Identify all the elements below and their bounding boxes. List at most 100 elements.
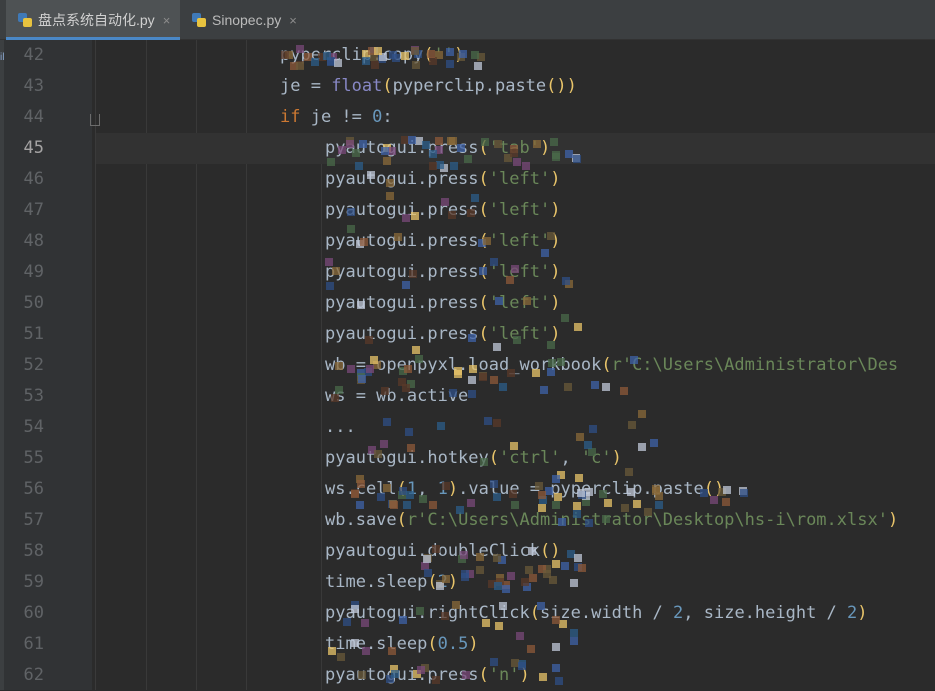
redaction-pixel xyxy=(630,356,638,364)
code-line[interactable] xyxy=(96,40,935,71)
close-icon[interactable]: × xyxy=(163,13,171,28)
redaction-pixel xyxy=(523,297,531,305)
redaction-pixel xyxy=(398,378,406,386)
redaction-pixel xyxy=(507,369,515,377)
redaction-pixel xyxy=(518,662,526,670)
redaction-pixel xyxy=(411,212,419,220)
redaction-pixel xyxy=(390,501,398,509)
redaction-pixel xyxy=(482,619,490,627)
redaction-pixel xyxy=(633,500,641,508)
redaction-pixel xyxy=(386,179,394,187)
python-file-icon xyxy=(18,13,32,27)
redaction-pixel xyxy=(599,490,607,498)
redaction-pixel xyxy=(541,249,549,257)
code-text[interactable]: pyautogui.doubleClick() xyxy=(325,536,560,567)
redaction-pixel xyxy=(460,551,468,559)
redaction-pixel xyxy=(584,441,592,449)
redaction-pixel xyxy=(351,605,359,613)
code-text[interactable]: pyautogui.rightClick(size.width / 2, siz… xyxy=(325,598,868,629)
redaction-pixel xyxy=(427,50,435,58)
redaction-pixel xyxy=(574,323,582,331)
redaction-pixel xyxy=(429,501,437,509)
code-text[interactable]: ... xyxy=(325,412,356,443)
redaction-pixel xyxy=(625,468,633,476)
redaction-pixel xyxy=(281,51,289,59)
line-number: 45 xyxy=(23,138,44,158)
redaction-pixel xyxy=(554,493,562,501)
code-text[interactable]: wb.save(r'C:\Users\Administrator\Desktop… xyxy=(325,505,898,536)
code-line[interactable] xyxy=(96,567,935,598)
redaction-pixel xyxy=(325,258,333,266)
line-number: 58 xyxy=(23,541,44,561)
redaction-pixel xyxy=(389,51,397,59)
redaction-pixel xyxy=(548,359,556,367)
redaction-pixel xyxy=(620,387,628,395)
tab-inventory-automation[interactable]: 盘点系统自动化.py × xyxy=(6,0,181,40)
redaction-pixel xyxy=(511,501,519,509)
redaction-pixel xyxy=(552,664,560,672)
code-text[interactable]: ws = wb.active xyxy=(325,381,468,412)
redaction-pixel xyxy=(545,487,553,495)
redaction-pixel xyxy=(441,612,449,620)
redaction-pixel xyxy=(437,422,445,430)
redaction-pixel xyxy=(589,425,597,433)
code-line[interactable] xyxy=(96,412,935,443)
redaction-pixel xyxy=(578,564,586,572)
redaction-pixel xyxy=(493,419,501,427)
redaction-pixel xyxy=(480,458,488,466)
line-number: 60 xyxy=(23,603,44,623)
redaction-pixel xyxy=(351,639,359,647)
redaction-pixel xyxy=(474,62,482,70)
redaction-pixel xyxy=(521,578,529,586)
redaction-pixel xyxy=(588,448,596,456)
code-line[interactable] xyxy=(96,102,935,133)
code-text[interactable]: time.sleep(0.5) xyxy=(325,629,479,660)
line-number: 52 xyxy=(23,355,44,375)
line-number: 47 xyxy=(23,200,44,220)
python-file-icon xyxy=(192,13,206,27)
redaction-pixel xyxy=(499,383,507,391)
redaction-pixel xyxy=(432,676,440,684)
code-line[interactable] xyxy=(96,381,935,412)
redaction-pixel xyxy=(381,387,389,395)
redaction-pixel xyxy=(552,643,560,651)
redaction-pixel xyxy=(380,440,388,448)
redaction-pixel xyxy=(359,140,367,148)
redaction-pixel xyxy=(573,502,581,510)
redaction-pixel xyxy=(644,508,652,516)
redaction-pixel xyxy=(422,141,430,149)
code-text[interactable]: je = float(pyperclip.paste()) xyxy=(280,71,577,102)
redaction-pixel xyxy=(513,336,521,344)
code-text[interactable]: pyautogui.press('left') xyxy=(325,319,560,350)
redaction-pixel xyxy=(621,504,629,512)
redaction-pixel xyxy=(374,450,382,458)
redaction-pixel xyxy=(405,428,413,436)
redaction-pixel xyxy=(552,475,560,483)
redaction-pixel xyxy=(411,47,419,55)
tab-sinopec[interactable]: Sinopec.py × xyxy=(188,0,307,40)
redaction-pixel xyxy=(461,573,469,581)
redaction-pixel xyxy=(464,155,472,163)
redaction-pixel xyxy=(535,482,543,490)
redaction-pixel xyxy=(402,214,410,222)
redaction-pixel xyxy=(343,618,351,626)
redaction-pixel xyxy=(347,208,355,216)
redaction-pixel xyxy=(331,394,339,402)
line-number: 51 xyxy=(23,324,44,344)
redaction-pixel xyxy=(573,510,581,518)
redaction-pixel xyxy=(602,515,610,523)
redaction-pixel xyxy=(415,355,423,363)
redaction-pixel xyxy=(399,616,407,624)
redaction-pixel xyxy=(407,444,415,452)
redaction-pixel xyxy=(423,555,431,563)
redaction-pixel xyxy=(476,566,484,574)
code-text[interactable]: pyautogui.press('left') xyxy=(325,257,560,288)
redaction-pixel xyxy=(357,301,365,309)
redaction-pixel xyxy=(490,480,498,488)
redaction-pixel xyxy=(404,365,412,373)
redaction-pixel xyxy=(577,489,585,497)
redaction-pixel xyxy=(650,439,658,447)
redaction-pixel xyxy=(334,59,342,67)
close-icon[interactable]: × xyxy=(289,13,297,28)
code-text[interactable]: if je != 0: xyxy=(280,102,393,133)
